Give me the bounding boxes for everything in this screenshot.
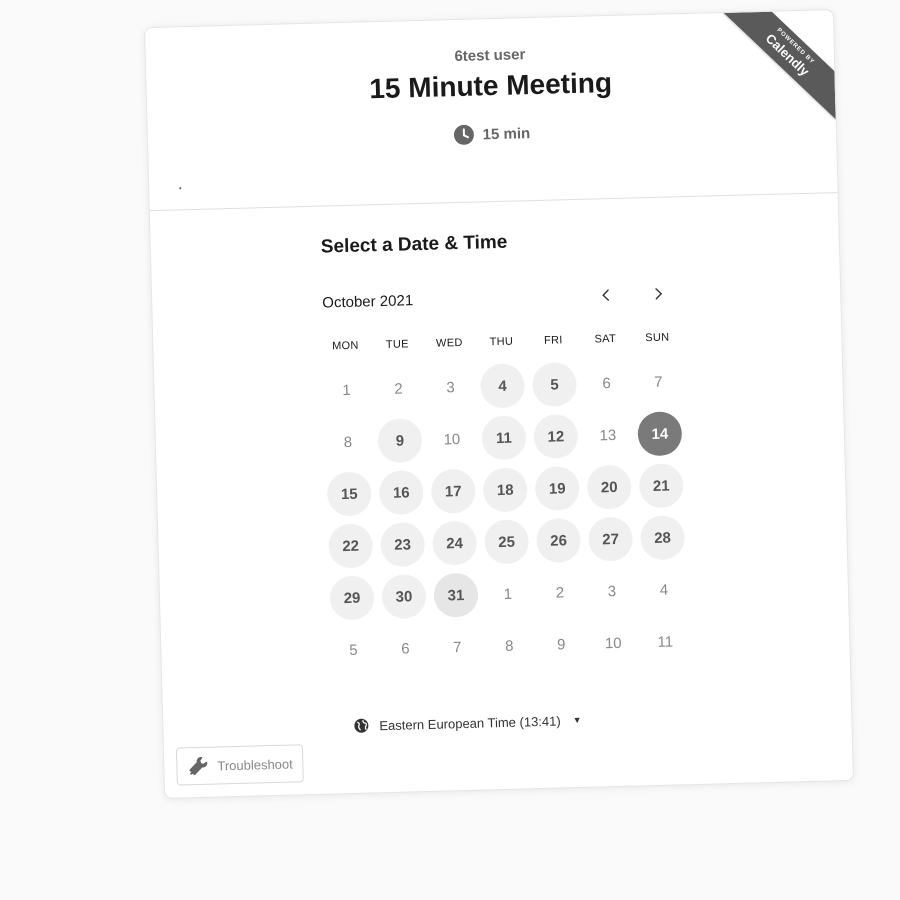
unavailable-date: 3 [607,582,617,600]
clock-icon [453,124,474,145]
weekday-label: SAT [594,332,617,346]
calendar-week-row: 5 6 7 8 9 10 11 [327,615,694,677]
unavailable-date: 10 [443,430,461,448]
month-label: October 2021 [322,291,414,312]
duration-label: 15 min [482,124,531,143]
calendar-week-row: 29 30 31 1 2 3 4 [325,563,692,625]
available-date-button[interactable]: 9 [377,418,423,464]
calendar-week-row: 8 9 10 11 12 13 14 [321,407,688,469]
unavailable-date: 8 [504,637,514,655]
calendar-week-row: 1 2 3 45 6 7 [320,355,687,417]
scheduler-body: Select a Date & Time October 2021 MON TU… [150,193,852,744]
next-month-button[interactable] [646,281,671,306]
event-duration: 15 min [453,123,530,145]
timezone-label: Eastern European Time (13:41) [379,712,561,733]
month-navigation: October 2021 [322,281,673,314]
available-date-button[interactable]: 16 [378,470,424,516]
available-date-button[interactable]: 20 [586,464,632,510]
unavailable-date: 10 [604,634,622,652]
calendar-grid: 1 2 3 4 5 6 7 8 9 10 11 12 13 14 15 16 17 18 19 20 21 22 23 24 2… [320,355,694,676]
event-header: 6test user 15 Minute Meeting 15 min [145,10,838,212]
unavailable-date: 8 [343,433,353,451]
weekday-label: FRI [543,334,563,347]
unavailable-date: 7 [452,638,462,656]
available-date-button[interactable]: 12 [533,413,579,460]
available-date-button[interactable]: 18 [482,467,528,513]
weekday-label: TUE [385,338,410,351]
page: POWERED BY Calendly 6test user 15 Minute… [0,0,900,900]
troubleshoot-button[interactable]: Troubleshoot [175,744,305,786]
available-date-button[interactable]: 28 [639,515,686,561]
unavailable-date: 1 [342,381,351,399]
unavailable-date: 2 [394,380,403,398]
weekday-header: MON TUE WED THU FRI SAT SUN [319,331,685,357]
weekday-label: SUN [645,331,670,345]
caret-down-icon: ▼ [572,714,582,726]
available-date-button[interactable]: 5 [531,361,578,408]
available-date-button[interactable]: 19 [534,465,580,512]
wrench-icon [189,756,208,776]
booking-card: POWERED BY Calendly 6test user 15 Minute… [144,9,854,799]
available-date-button[interactable]: 29 [329,575,375,621]
unavailable-date: 3 [446,378,455,396]
available-date-button[interactable]: 22 [328,523,374,569]
unavailable-date: 6 [400,639,410,658]
available-date-button[interactable]: 17 [430,468,476,514]
weekday-label: WED [435,336,463,350]
available-date-button[interactable]: 23 [380,522,426,568]
unavailable-date: 1 [503,585,513,603]
unavailable-date: 2 [555,583,565,602]
available-date-button[interactable]: 21 [638,463,684,509]
globe-icon [354,718,369,733]
section-title: Select a Date & Time [320,231,508,258]
unavailable-date: 7 [654,373,663,391]
weekday-label: THU [489,335,514,349]
month-nav-buttons [594,281,671,307]
timezone-selector[interactable]: Eastern European Time (13:41) ▼ [353,712,582,734]
available-date-button[interactable]: 15 [326,471,372,517]
unavailable-date: 11 [657,633,674,651]
chevron-left-icon [602,289,610,301]
available-date-button[interactable]: 11 [481,415,527,461]
weekday-label: MON [331,339,359,353]
selected-date-button[interactable]: 14 [637,411,683,457]
calendar-week-row: 22 23 24 25 26 27 28 [324,511,691,573]
troubleshoot-label: Troubleshoot [217,756,293,773]
calendar-week-row: 15 16 17 18 19 20 21 [323,459,690,521]
previous-month-button[interactable] [594,283,619,308]
unavailable-date: 5 [348,641,358,659]
unavailable-date: 13 [599,426,617,444]
divider-dot [179,187,182,190]
unavailable-date: 4 [659,581,669,599]
available-date-button[interactable]: 26 [536,517,582,564]
chevron-right-icon [655,288,663,300]
available-date-button[interactable]: 31 [433,572,479,618]
available-date-button[interactable]: 30 [381,573,427,620]
unavailable-date: 9 [556,635,566,654]
calendar: MON TUE WED THU FRI SAT SUN 1 2 3 4 5 6 7 8 9 10 11 12 13 1… [319,331,694,676]
unavailable-date: 6 [602,374,611,392]
available-date-button[interactable]: 27 [588,516,634,562]
available-date-button[interactable]: 25 [484,519,530,565]
available-date-button[interactable]: 24 [432,520,478,566]
available-date-button[interactable]: 4 [479,363,526,409]
